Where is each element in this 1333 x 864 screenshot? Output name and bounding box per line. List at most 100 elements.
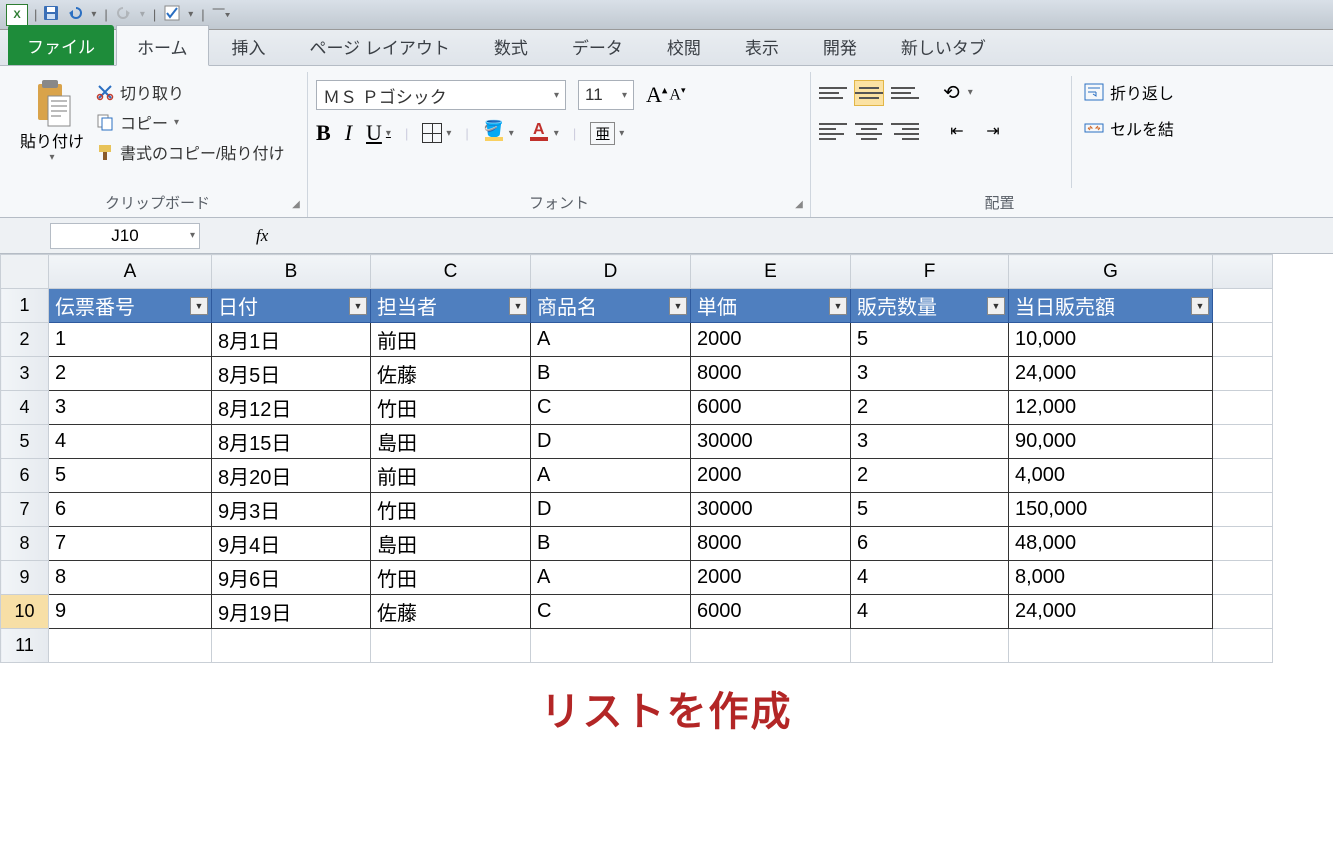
tab-data[interactable]: データ [551, 25, 644, 65]
bold-button[interactable]: B [316, 120, 331, 146]
copy-dropdown-icon[interactable]: ▾ [174, 117, 179, 128]
cell[interactable] [1213, 527, 1273, 561]
cell[interactable]: 30000 [691, 425, 851, 459]
cell[interactable]: A [531, 561, 691, 595]
merge-center-button[interactable]: セルを結 [1084, 116, 1174, 140]
cell[interactable]: 4 [49, 425, 212, 459]
cell[interactable]: 8月20日 [212, 459, 371, 493]
col-header-extra[interactable] [1213, 255, 1273, 289]
cell[interactable]: 3 [851, 425, 1009, 459]
tab-page-layout[interactable]: ページ レイアウト [289, 25, 471, 65]
name-box-dropdown-icon[interactable]: ▾ [190, 230, 195, 241]
cell[interactable]: 90,000 [1009, 425, 1213, 459]
cell[interactable]: D [531, 493, 691, 527]
cell[interactable]: 9月3日 [212, 493, 371, 527]
cell[interactable]: 10,000 [1009, 323, 1213, 357]
cell[interactable]: 2000 [691, 323, 851, 357]
cell[interactable] [1213, 323, 1273, 357]
align-bottom-button[interactable] [891, 81, 919, 105]
cell[interactable]: 8月15日 [212, 425, 371, 459]
col-header-A[interactable]: A [49, 255, 212, 289]
cell[interactable] [212, 629, 371, 663]
fx-icon[interactable]: fx [256, 226, 268, 246]
border-button[interactable]: ▾ [422, 123, 451, 143]
col-header-D[interactable]: D [531, 255, 691, 289]
format-painter-button[interactable]: 書式のコピー/貼り付け [96, 140, 284, 164]
cell[interactable]: 竹田 [371, 493, 531, 527]
cell[interactable]: 8月12日 [212, 391, 371, 425]
filter-button[interactable]: ▼ [669, 297, 687, 315]
cell[interactable]: 5 [49, 459, 212, 493]
undo-dropdown-icon[interactable]: ▾ [91, 9, 96, 20]
checkbox-dropdown-icon[interactable]: ▾ [188, 9, 193, 20]
cell[interactable]: 4 [851, 561, 1009, 595]
col-header-C[interactable]: C [371, 255, 531, 289]
cell[interactable] [371, 629, 531, 663]
cell[interactable] [531, 629, 691, 663]
ruby-dropdown-icon[interactable]: ▾ [619, 128, 624, 139]
cell[interactable]: D [531, 425, 691, 459]
cell[interactable]: 前田 [371, 459, 531, 493]
row-header-11[interactable]: 11 [1, 629, 49, 663]
save-icon[interactable] [43, 5, 59, 24]
cell[interactable]: 30000 [691, 493, 851, 527]
align-top-button[interactable] [819, 81, 847, 105]
cell[interactable]: 2 [851, 459, 1009, 493]
row-header-4[interactable]: 4 [1, 391, 49, 425]
cell[interactable] [1213, 289, 1273, 323]
border-dropdown-icon[interactable]: ▾ [446, 128, 451, 139]
cell[interactable]: 6000 [691, 391, 851, 425]
cell[interactable]: 48,000 [1009, 527, 1213, 561]
row-header-8[interactable]: 8 [1, 527, 49, 561]
row-header-7[interactable]: 7 [1, 493, 49, 527]
cell[interactable]: 4,000 [1009, 459, 1213, 493]
cell[interactable]: 島田 [371, 425, 531, 459]
cell[interactable]: 2 [49, 357, 212, 391]
tab-home[interactable]: ホーム [116, 25, 209, 66]
tab-insert[interactable]: 挿入 [211, 25, 287, 65]
font-size-dropdown-icon[interactable]: ▾ [622, 90, 627, 101]
cell[interactable]: 1 [49, 323, 212, 357]
tab-new[interactable]: 新しいタブ [880, 25, 1007, 65]
underline-button[interactable]: U ▾ [366, 120, 391, 146]
col-header-F[interactable]: F [851, 255, 1009, 289]
row-header-9[interactable]: 9 [1, 561, 49, 595]
cell[interactable]: 2000 [691, 459, 851, 493]
paste-button[interactable]: 貼り付け ▾ [16, 76, 88, 188]
cell[interactable]: 8000 [691, 357, 851, 391]
orientation-button[interactable]: ⟲ [943, 80, 960, 105]
col-header-B[interactable]: B [212, 255, 371, 289]
filter-button[interactable]: ▼ [349, 297, 367, 315]
tab-file[interactable]: ファイル [8, 25, 114, 65]
filter-button[interactable]: ▼ [829, 297, 847, 315]
undo-icon[interactable] [67, 5, 83, 24]
align-middle-button[interactable] [855, 81, 883, 105]
copy-button[interactable]: コピー ▾ [96, 110, 284, 134]
cell[interactable]: 佐藤 [371, 357, 531, 391]
cell[interactable]: 6000 [691, 595, 851, 629]
cell[interactable]: C [531, 391, 691, 425]
cell[interactable] [691, 629, 851, 663]
cell[interactable]: 9月19日 [212, 595, 371, 629]
cell[interactable]: 8000 [691, 527, 851, 561]
cell[interactable] [1213, 561, 1273, 595]
font-name-combo[interactable]: ＭＳ Ｐゴシック ▾ [316, 80, 566, 110]
cell[interactable]: 24,000 [1009, 595, 1213, 629]
filter-button[interactable]: ▼ [987, 297, 1005, 315]
col-header-G[interactable]: G [1009, 255, 1213, 289]
cell[interactable] [1213, 493, 1273, 527]
tab-formulas[interactable]: 数式 [473, 25, 549, 65]
fill-color-button[interactable]: 🪣 ▾ [483, 123, 514, 143]
cell[interactable]: 9月4日 [212, 527, 371, 561]
cell[interactable]: 前田 [371, 323, 531, 357]
cell[interactable]: A [531, 459, 691, 493]
cell[interactable]: 8月1日 [212, 323, 371, 357]
cell[interactable]: B [531, 527, 691, 561]
tab-view[interactable]: 表示 [724, 25, 800, 65]
cell[interactable]: 8月5日 [212, 357, 371, 391]
cell[interactable]: 3 [851, 357, 1009, 391]
row-header-3[interactable]: 3 [1, 357, 49, 391]
cell[interactable]: 6 [49, 493, 212, 527]
filter-button[interactable]: ▼ [1191, 297, 1209, 315]
tab-review[interactable]: 校閲 [646, 25, 722, 65]
